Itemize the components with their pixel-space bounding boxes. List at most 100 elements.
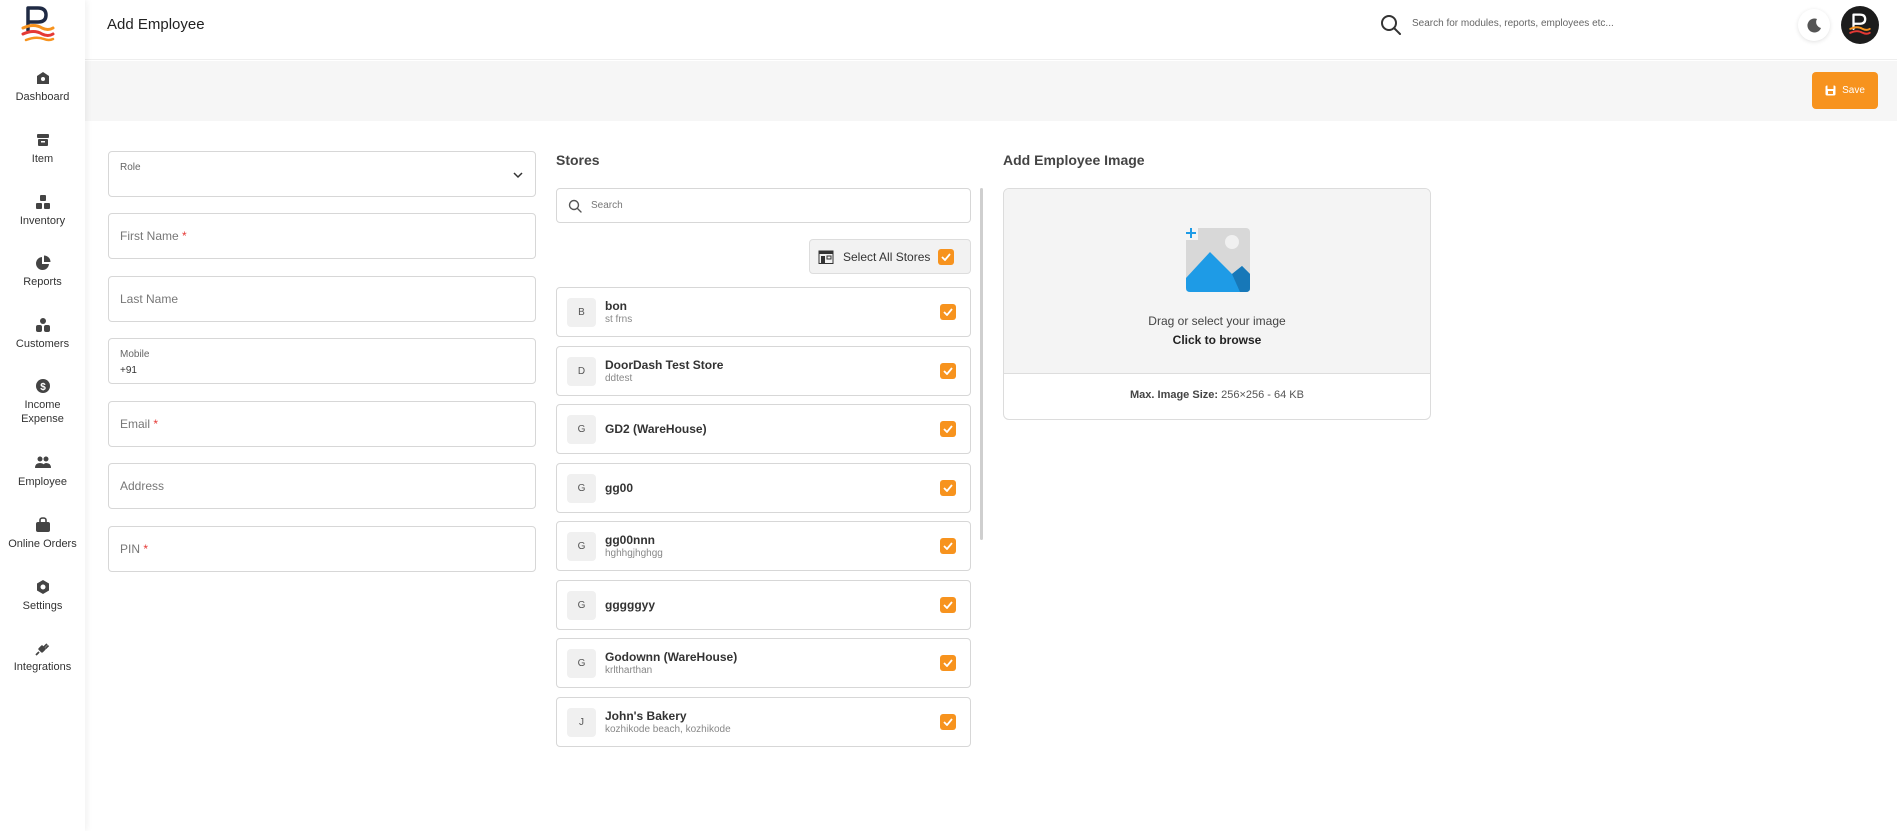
check-icon	[943, 484, 953, 492]
last-name-placeholder: Last Name	[120, 292, 179, 306]
last-name-field[interactable]: Last Name	[108, 276, 536, 322]
store-name: bon	[605, 299, 627, 313]
store-subtitle: hghhgjhghgg	[605, 548, 663, 559]
chevron-down-icon	[513, 172, 523, 179]
store-letter-badge: D	[567, 357, 596, 386]
avatar[interactable]	[1841, 6, 1879, 44]
select-all-stores[interactable]: Select All Stores	[809, 239, 971, 274]
mobile-field[interactable]: Mobile +91	[108, 338, 536, 384]
sidebar-item-employee[interactable]: Employee	[0, 455, 85, 489]
sidebar-item-reports[interactable]: Reports	[0, 255, 85, 289]
mobile-label: Mobile	[120, 349, 150, 360]
role-label: Role	[120, 162, 141, 173]
store-row[interactable]: J John's Bakery kozhikode beach, kozhiko…	[556, 697, 971, 747]
sidebar-item-label: Reports	[23, 276, 62, 288]
store-row[interactable]: G gg00nnn hghhgjhghgg	[556, 521, 971, 571]
sidebar-item-label: Inventory	[19, 215, 66, 227]
email-field[interactable]: Email *	[108, 401, 536, 447]
required-mark: *	[143, 542, 149, 556]
store-icon	[818, 250, 834, 264]
stores-title: Stores	[556, 152, 600, 168]
store-checkbox[interactable]	[940, 597, 956, 613]
pin-field[interactable]: PIN *	[108, 526, 536, 572]
store-letter-badge: B	[567, 298, 596, 327]
check-icon	[943, 542, 953, 550]
store-name: gg00nnn	[605, 533, 655, 547]
image-placeholder-icon	[1184, 226, 1250, 292]
store-checkbox[interactable]	[940, 480, 956, 496]
image-dropzone[interactable]: Drag or select your image Click to brows…	[1004, 189, 1430, 374]
store-search-input[interactable]: Search	[556, 188, 971, 223]
drag-text: Drag or select your image	[1148, 314, 1286, 328]
search-icon[interactable]	[1380, 14, 1402, 36]
role-select[interactable]: Role	[108, 151, 536, 197]
image-section-title: Add Employee Image	[1003, 152, 1145, 168]
store-row[interactable]: G gg00	[556, 463, 971, 513]
required-mark: *	[153, 417, 159, 431]
search-icon	[568, 199, 582, 213]
save-button[interactable]: Save	[1812, 72, 1878, 109]
store-subtitle: krltharthan	[605, 665, 653, 676]
sidebar-item-inventory[interactable]: Inventory	[0, 194, 85, 228]
moon-icon	[1807, 18, 1821, 33]
store-search-placeholder: Search	[591, 200, 623, 211]
global-search-input[interactable]: Search for modules, reports, employees e…	[1412, 18, 1614, 29]
store-name: DoorDash Test Store	[605, 358, 724, 372]
sidebar-item-income-expense[interactable]: $ Income Expense	[0, 378, 85, 426]
email-placeholder: Email	[120, 417, 151, 431]
store-letter-badge: G	[567, 649, 596, 678]
sidebar-item-settings[interactable]: Settings	[0, 579, 85, 613]
top-header: Add Employee Search for modules, reports…	[85, 0, 1897, 60]
plug-icon	[34, 643, 49, 656]
store-row[interactable]: G Godownn (WareHouse) krltharthan	[556, 638, 971, 688]
address-placeholder: Address	[120, 479, 165, 493]
store-checkbox[interactable]	[940, 538, 956, 554]
store-row[interactable]: G gggggyy	[556, 580, 971, 630]
sidebar-item-dashboard[interactable]: Dashboard	[0, 70, 85, 104]
sidebar-item-online-orders[interactable]: Online Orders	[0, 517, 85, 551]
store-checkbox[interactable]	[940, 655, 956, 671]
dollar-icon: $	[35, 379, 50, 393]
pie-chart-icon	[35, 255, 50, 270]
store-subtitle: kozhikode beach, kozhikode	[605, 724, 731, 735]
max-image-size: Max. Image Size: 256×256 - 64 KB	[1004, 389, 1430, 401]
sidebar-item-label: Item	[31, 153, 54, 165]
required-mark: *	[182, 229, 187, 243]
browse-link[interactable]: Click to browse	[1004, 333, 1430, 347]
action-toolbar: Save	[85, 61, 1897, 121]
employee-icon	[34, 456, 51, 468]
sidebar-item-label: Employee	[18, 476, 67, 488]
store-checkbox[interactable]	[940, 304, 956, 320]
stores-scrollbar[interactable]	[980, 188, 983, 540]
page-title: Add Employee	[107, 16, 205, 33]
mobile-value: +91	[120, 365, 137, 376]
check-icon	[943, 425, 953, 433]
store-letter-badge: G	[567, 415, 596, 444]
dashboard-icon	[36, 72, 49, 84]
address-field[interactable]: Address	[108, 463, 536, 509]
check-icon	[943, 659, 953, 667]
sidebar-item-customers[interactable]: Customers	[0, 317, 85, 351]
sidebar-item-label: Integrations	[13, 661, 72, 673]
store-row[interactable]: G GD2 (WareHouse)	[556, 404, 971, 454]
inventory-icon	[35, 195, 50, 209]
sidebar-item-item[interactable]: Item	[0, 132, 85, 166]
select-all-checkbox[interactable]	[938, 248, 955, 265]
brand-logo[interactable]	[20, 4, 56, 44]
sidebar-item-label: Customers	[15, 338, 70, 350]
store-name: GD2 (WareHouse)	[605, 422, 707, 436]
store-row[interactable]: D DoorDash Test Store ddtest	[556, 346, 971, 396]
sidebar-item-label: Income Expense	[21, 399, 64, 425]
store-checkbox[interactable]	[940, 714, 956, 730]
store-letter-badge: J	[567, 708, 596, 737]
theme-toggle-button[interactable]	[1798, 9, 1830, 41]
store-checkbox[interactable]	[940, 363, 956, 379]
max-size-label: Max. Image Size:	[1130, 389, 1219, 401]
bag-icon	[35, 517, 50, 532]
store-letter-badge: G	[567, 532, 596, 561]
sidebar-item-integrations[interactable]: Integrations	[0, 640, 85, 674]
store-row[interactable]: B bon st frns	[556, 287, 971, 337]
check-icon	[941, 252, 952, 261]
first-name-field[interactable]: First Name *	[108, 213, 536, 259]
store-checkbox[interactable]	[940, 421, 956, 437]
